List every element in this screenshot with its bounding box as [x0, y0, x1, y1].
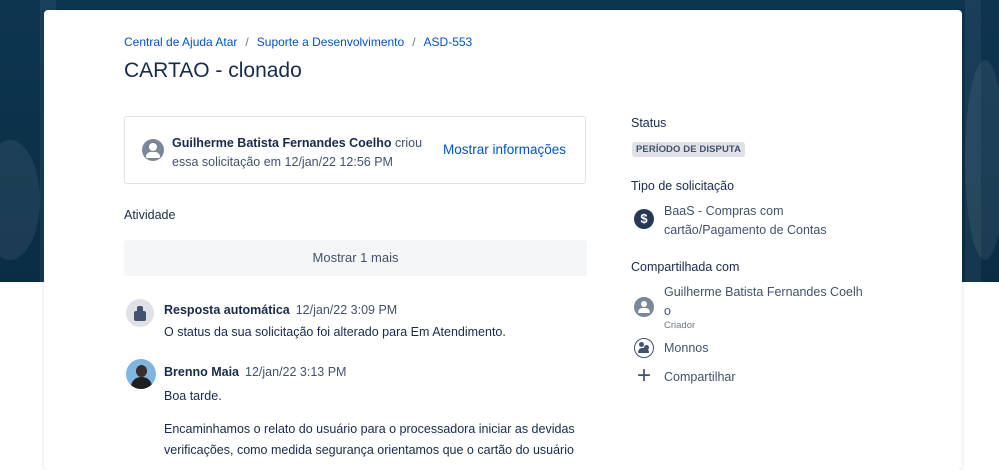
comment-date: 12/jan/22 3:09 PM [295, 303, 398, 317]
show-info-link[interactable]: Mostrar informações [443, 142, 566, 157]
comment-author: Resposta automática [164, 303, 290, 317]
banner-decoration [965, 60, 999, 260]
show-more-button[interactable]: Mostrar 1 mais [124, 240, 587, 276]
group-icon [634, 338, 654, 358]
banner-decoration [0, 140, 40, 260]
breadcrumb-issue-key[interactable]: ASD-553 [424, 35, 473, 49]
comment-header: Resposta automática 12/jan/22 3:09 PM [164, 303, 397, 317]
breadcrumb-separator: / [412, 35, 416, 49]
request-type-line: cartão/Pagamento de Contas [664, 223, 827, 237]
page-title: CARTAO - clonado [124, 59, 302, 82]
comment-item: Resposta automática 12/jan/22 3:09 PM O s… [124, 299, 594, 343]
shared-with-heading: Compartilhada com [631, 260, 740, 274]
shared-person-role: Criador [664, 320, 696, 331]
request-type-heading: Tipo de solicitação [631, 179, 735, 193]
activity-heading: Atividade [124, 208, 176, 222]
breadcrumb-project[interactable]: Suporte a Desenvolvimento [257, 35, 404, 49]
creator-date: essa solicitação em 12/jan/22 12:56 PM [172, 155, 393, 169]
breadcrumb-separator: / [245, 35, 249, 49]
comment-text: O status da sua solicitação foi alterado… [164, 325, 506, 339]
plus-icon[interactable]: + [634, 364, 654, 388]
shared-person-line: Guilherme Batista Fernandes Coelh [664, 285, 863, 299]
bot-avatar-icon [126, 299, 154, 327]
shared-group-name: Monnos [664, 341, 709, 355]
comment-date: 12/jan/22 3:13 PM [245, 365, 347, 379]
creator-action: criou [394, 136, 423, 150]
comment-text: Boa tarde. [164, 389, 222, 403]
user-avatar-icon [142, 139, 164, 161]
user-avatar [126, 359, 156, 389]
status-badge: PERÍODO DE DISPUTA [632, 142, 746, 157]
request-type-value: BaaS - Compras com cartão/Pagamento de C… [664, 202, 827, 240]
creator-info-panel: Guilherme Batista Fernandes Coelho criou… [124, 116, 586, 184]
comment-header: Brenno Maia 12/jan/22 3:13 PM [164, 365, 346, 379]
shared-person-line: o [664, 304, 671, 318]
comment-author: Brenno Maia [164, 365, 240, 379]
request-card: Central de Ajuda Atar / Suporte a Desenvol… [44, 10, 962, 470]
user-avatar-icon [634, 297, 654, 317]
breadcrumb-help-center[interactable]: Central de Ajuda Atar [124, 35, 237, 49]
creator-description: Guilherme Batista Fernandes Coelho criou… [172, 134, 432, 172]
comment-text: Encaminhamos o relato do usuário para o … [164, 422, 575, 436]
share-button[interactable]: Compartilhar [664, 368, 736, 387]
status-heading: Status [631, 116, 667, 130]
comment-item: Brenno Maia 12/jan/22 3:13 PM Boa tarde. … [124, 359, 594, 465]
shared-person-name: Guilherme Batista Fernandes Coelh o [664, 283, 863, 321]
comment-text: verificações, como medida segurança orie… [164, 443, 574, 457]
breadcrumb: Central de Ajuda Atar / Suporte a Desenvol… [124, 35, 472, 49]
dollar-icon: $ [634, 209, 654, 229]
creator-name: Guilherme Batista Fernandes Coelho [172, 136, 392, 150]
request-type-line: BaaS - Compras com [664, 204, 784, 218]
